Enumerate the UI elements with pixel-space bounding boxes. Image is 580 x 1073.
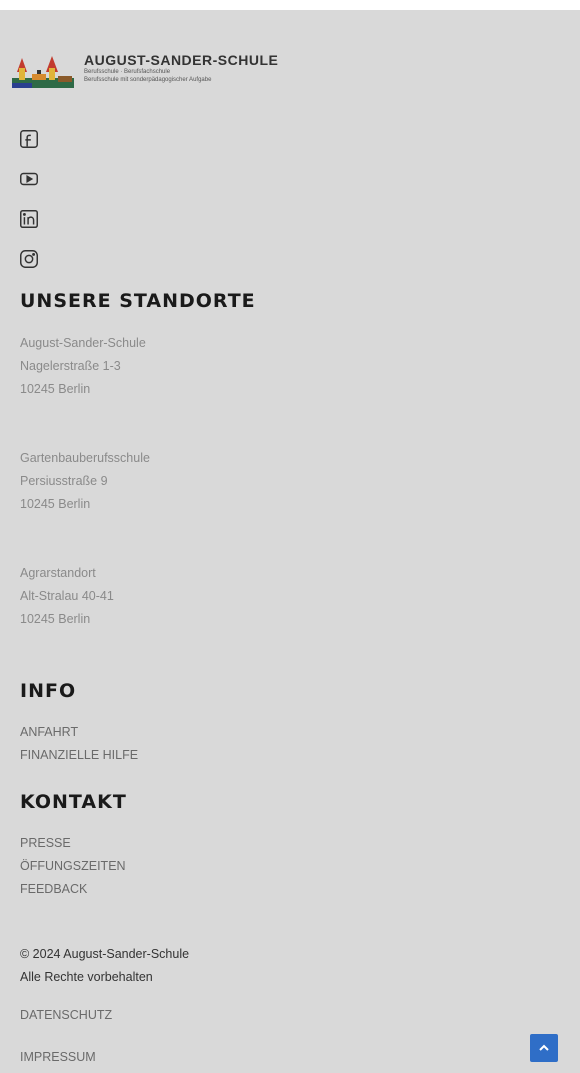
youtube-icon[interactable]: [18, 168, 42, 192]
back-to-top-button[interactable]: [530, 1034, 558, 1062]
link-finanzielle-hilfe[interactable]: FINANZIELLE HILFE: [20, 744, 138, 767]
location-name: August-Sander-Schule: [20, 336, 146, 350]
social-links: [18, 128, 42, 288]
info-heading: INFO: [20, 680, 77, 702]
link-impressum[interactable]: IMPRESSUM: [20, 1050, 96, 1064]
location-street: Alt-Stralau 40-41: [20, 589, 114, 603]
link-anfahrt[interactable]: ANFAHRT: [20, 721, 138, 744]
logo-subtitle-1: Berufsschule · Berufsfachschule: [84, 69, 171, 75]
link-feedback[interactable]: FEEDBACK: [20, 878, 126, 901]
location-address: August-Sander-Schule Nagelerstraße 1-3 1…: [20, 332, 146, 401]
location-city: 10245 Berlin: [20, 612, 91, 626]
location-address: Agrarstandort Alt-Stralau 40-41 10245 Be…: [20, 562, 114, 631]
location-address: Gartenbauberufsschule Persiusstraße 9 10…: [20, 447, 150, 516]
location-city: 10245 Berlin: [20, 497, 91, 511]
location-name: Gartenbauberufsschule: [20, 451, 150, 465]
location-street: Nagelerstraße 1-3: [20, 359, 121, 373]
contact-links: PRESSE ÖFFUNGSZEITEN FEEDBACK: [20, 832, 126, 901]
logo-title: AUGUST-SANDER-SCHULE: [84, 52, 279, 68]
info-links: ANFAHRT FINANZIELLE HILFE: [20, 721, 138, 767]
location-name: Agrarstandort: [20, 566, 96, 580]
instagram-icon[interactable]: [18, 248, 42, 272]
facebook-icon[interactable]: [18, 128, 42, 152]
school-logo[interactable]: AUGUST-SANDER-SCHULE Berufsschule · Beru…: [12, 50, 278, 92]
location-street: Persiusstraße 9: [20, 474, 108, 488]
logo-mark-icon: [12, 50, 74, 92]
link-datenschutz[interactable]: DATENSCHUTZ: [20, 1008, 112, 1022]
link-presse[interactable]: PRESSE: [20, 832, 126, 855]
copyright: © 2024 August-Sander-Schule Alle Rechte …: [20, 943, 189, 989]
logo-subtitle-2: Berufsschule mit sonderpädagogischer Auf…: [84, 77, 212, 83]
location-city: 10245 Berlin: [20, 382, 91, 396]
link-oeffnungszeiten[interactable]: ÖFFUNGSZEITEN: [20, 855, 126, 878]
chevron-up-icon: [539, 1044, 549, 1051]
footer-section: AUGUST-SANDER-SCHULE Berufsschule · Beru…: [0, 10, 580, 1073]
linkedin-icon[interactable]: [18, 208, 42, 232]
rights-text: Alle Rechte vorbehalten: [20, 970, 153, 984]
locations-heading: UNSERE STANDORTE: [20, 290, 256, 312]
copyright-text: © 2024 August-Sander-Schule: [20, 947, 190, 961]
contact-heading: KONTAKT: [20, 791, 127, 813]
